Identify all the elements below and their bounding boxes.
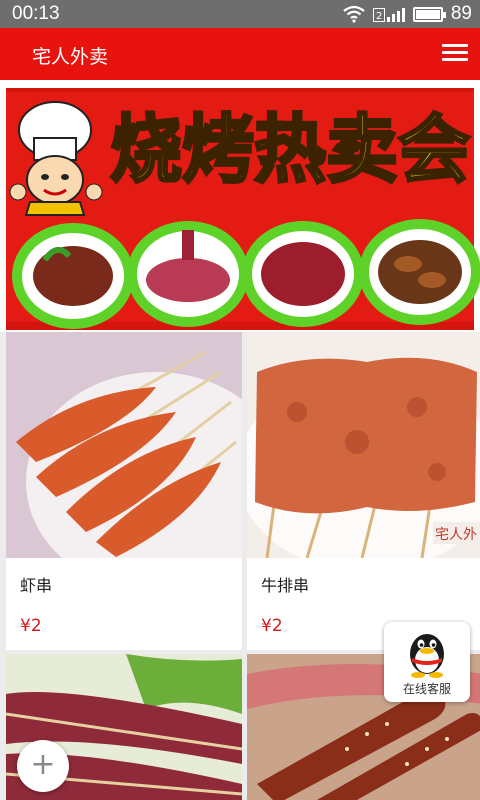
- app-title: 宅人外卖: [32, 46, 109, 68]
- status-bar: 00:13 2 89: [0, 0, 480, 28]
- promo-banner[interactable]: 烧烤热卖会: [0, 80, 480, 332]
- qq-penguin-icon: [410, 634, 444, 678]
- food-plate: [359, 219, 480, 325]
- battery-level: 89: [450, 3, 472, 24]
- product-image: [6, 332, 242, 558]
- product-name: 虾串: [20, 576, 53, 595]
- customer-service-button[interactable]: 在线客服: [384, 622, 470, 702]
- product-card[interactable]: 宅人外 牛排串 ¥2: [247, 332, 480, 650]
- product-card[interactable]: 虾串 ¥2: [6, 332, 242, 650]
- customer-service-label: 在线客服: [402, 682, 451, 696]
- product-price: ¥2: [20, 616, 42, 636]
- food-plate: [12, 223, 134, 329]
- status-time: 00:13: [12, 3, 60, 24]
- battery-icon: [412, 6, 446, 22]
- status-icons: 2 89: [343, 3, 472, 25]
- product-image: 宅人外: [247, 332, 480, 558]
- svg-text:2: 2: [376, 11, 382, 22]
- banner-headline: 烧烤热卖会: [110, 107, 470, 193]
- image-watermark: 宅人外: [435, 527, 477, 543]
- food-plate: [242, 221, 364, 327]
- signal-icon: 2: [372, 6, 405, 22]
- wifi-icon: [343, 5, 365, 23]
- add-button[interactable]: +: [17, 740, 69, 792]
- food-plate: [127, 221, 249, 327]
- product-name: 牛排串: [261, 576, 310, 595]
- hamburger-menu-icon[interactable]: [440, 40, 470, 68]
- plus-icon: +: [30, 747, 56, 782]
- banner-artwork: 烧烤热卖会: [6, 88, 480, 330]
- product-price: ¥2: [261, 616, 283, 636]
- app-bar: 宅人外卖: [0, 28, 480, 80]
